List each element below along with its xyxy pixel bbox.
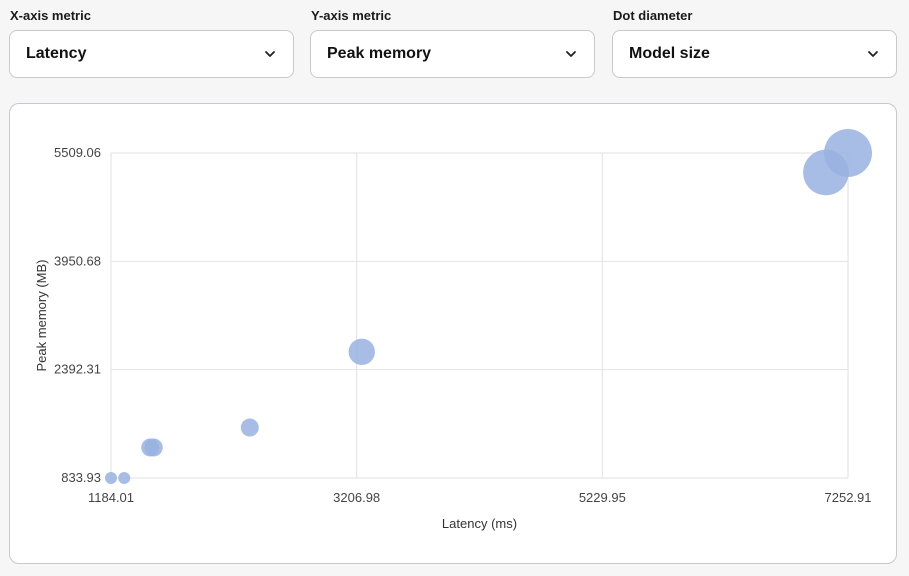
metric-controls: X-axis metric Latency Y-axis metric Peak… (0, 0, 909, 90)
chevron-down-icon (566, 51, 576, 57)
y-axis-metric-value: Peak memory (327, 45, 432, 62)
x-axis-metric-value: Latency (26, 45, 87, 62)
scatter-chart: 1184.01 3206.98 5229.95 7252.91 833.93 2392.3… (34, 129, 872, 531)
scatter-chart-card: 1184.01 3206.98 5229.95 7252.91 833.93 2392.3… (9, 103, 897, 564)
x-axis-control: X-axis metric Latency (9, 8, 294, 78)
data-points (105, 129, 872, 484)
grid-lines (110, 152, 849, 479)
data-point (348, 338, 375, 366)
data-point (144, 438, 163, 457)
y-axis-title: Peak memory (MB) (34, 260, 49, 372)
y-tick-label: 3950.68 (54, 253, 101, 268)
y-axis-metric-select[interactable]: Peak memory (310, 30, 595, 78)
x-axis-metric-select[interactable]: Latency (9, 30, 294, 78)
y-tick-label: 833.93 (61, 470, 101, 485)
data-point (240, 418, 259, 437)
chevron-down-icon (265, 51, 275, 57)
dot-diameter-control: Dot diameter Model size (612, 8, 897, 78)
x-tick-label: 7252.91 (825, 490, 872, 505)
x-axis-metric-label: X-axis metric (10, 8, 91, 23)
y-tick-label: 2392.31 (54, 362, 101, 377)
data-point (105, 472, 117, 484)
y-axis-control: Y-axis metric Peak memory (310, 8, 595, 78)
chevron-down-icon (868, 51, 878, 57)
y-tick-label: 5509.06 (54, 145, 101, 160)
tick-labels: 1184.01 3206.98 5229.95 7252.91 833.93 2392.3… (54, 145, 872, 505)
data-point (118, 472, 131, 484)
dot-diameter-select[interactable]: Model size (612, 30, 897, 78)
x-tick-label: 3206.98 (333, 490, 380, 505)
x-tick-label: 5229.95 (579, 490, 626, 505)
x-axis-title: Latency (ms) (442, 516, 517, 531)
dot-diameter-label: Dot diameter (613, 8, 693, 23)
data-point (803, 149, 849, 196)
y-axis-metric-label: Y-axis metric (311, 8, 392, 23)
x-tick-label: 1184.01 (88, 490, 134, 505)
dot-diameter-value: Model size (629, 45, 710, 62)
